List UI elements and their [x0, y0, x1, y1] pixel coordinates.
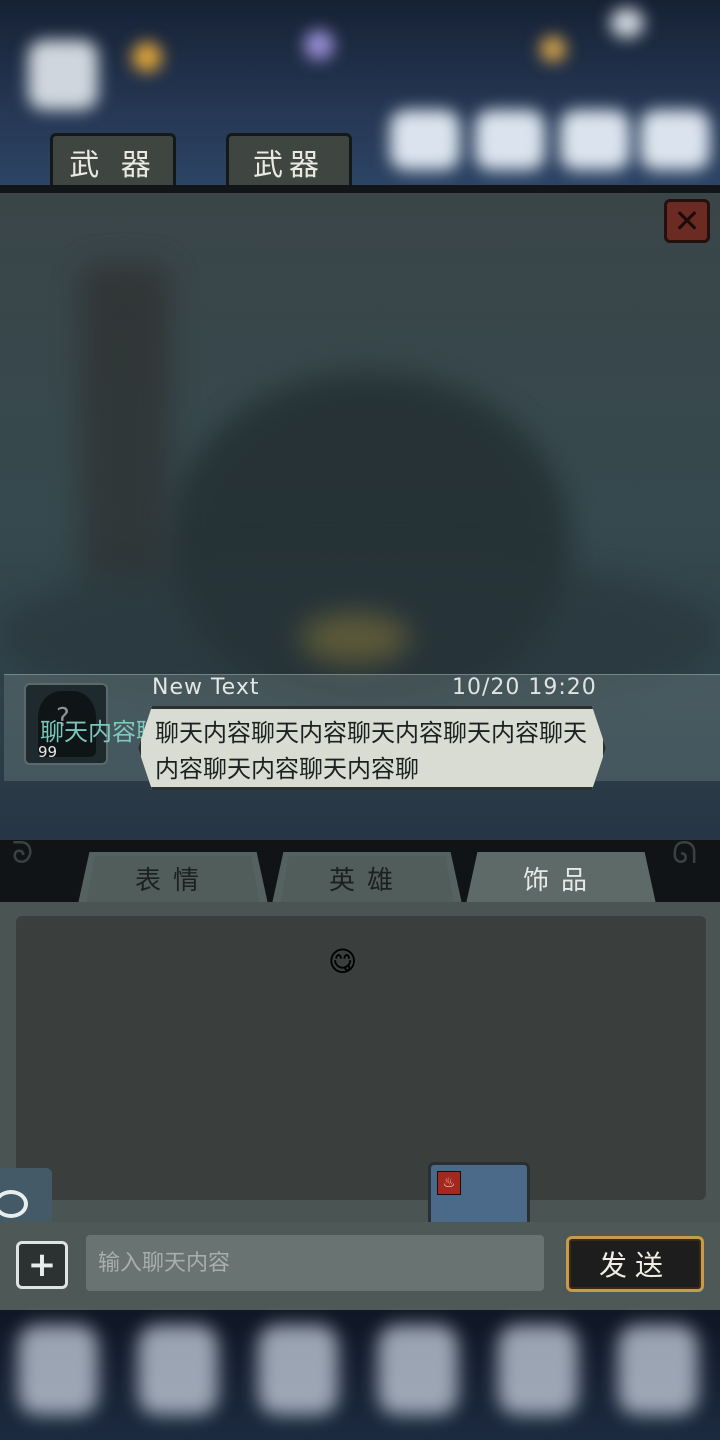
ornament-right-icon: ᘏ: [672, 836, 697, 871]
send-button[interactable]: 发送: [566, 1236, 704, 1292]
message-timestamp: 10/20 19:20: [452, 675, 597, 700]
close-icon: ✕: [673, 202, 701, 240]
side-eye-thumbnail[interactable]: [0, 1168, 52, 1226]
ornament-left-icon: ᘐ: [12, 836, 34, 871]
background-bottom-nav: [0, 1310, 720, 1440]
tab-heroes[interactable]: 英雄: [272, 852, 462, 904]
emote-grid: [16, 916, 706, 1200]
nav-blur-3: [258, 1325, 338, 1415]
message-bubble-text: 聊天内容聊天内容聊天内容聊天内容聊天内容聊天内容聊天内容聊: [155, 719, 587, 783]
sender-name: New Text: [152, 675, 260, 700]
nav-blur-2: [138, 1325, 218, 1415]
add-attachment-button[interactable]: +: [16, 1241, 68, 1289]
message-bubble: 聊天内容聊天内容聊天内容聊天内容聊天内容聊天内容聊天内容聊: [138, 706, 606, 790]
eye-icon: [0, 1190, 28, 1218]
item-card[interactable]: ♨: [428, 1162, 530, 1226]
close-button[interactable]: ✕: [664, 199, 710, 243]
tab-accessories[interactable]: 饰品: [466, 852, 656, 904]
nav-blur-5: [498, 1325, 578, 1415]
nav-blur-4: [378, 1325, 458, 1415]
tab-emotes[interactable]: 表情: [78, 852, 268, 904]
nav-blur-6: [618, 1325, 698, 1415]
chat-input[interactable]: [86, 1235, 544, 1291]
nav-blur-1: [18, 1325, 98, 1415]
emoji-yum[interactable]: 😋: [328, 946, 360, 978]
plus-icon: +: [27, 1245, 57, 1285]
fire-icon: ♨: [437, 1171, 461, 1195]
tab-weapon-1[interactable]: 武 器: [50, 133, 176, 187]
tab-weapon-2[interactable]: 武器: [226, 133, 352, 187]
